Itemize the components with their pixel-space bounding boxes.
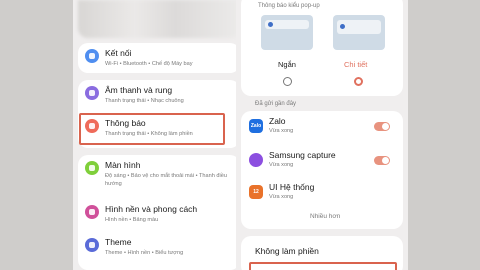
item-title: Hình nền và phong cách <box>105 204 198 214</box>
app-name: Samsung capture <box>269 150 336 160</box>
recent-app-system-ui[interactable]: 12 UI Hệ thống Vừa xong <box>241 177 403 207</box>
blurred-profile-card <box>78 0 240 38</box>
option-brief-label: Ngắn <box>278 60 296 69</box>
detailed-style-preview[interactable] <box>333 15 385 50</box>
popup-style-card: Thông báo kiểu pop-up Ngắn Chi tiết <box>241 0 403 96</box>
item-title: Kết nối <box>105 48 132 58</box>
settings-group-connections: Kết nối Wi-Fi • Bluetooth • Chế độ Máy b… <box>78 43 240 73</box>
option-detailed-radio[interactable] <box>354 77 363 86</box>
item-subtitle: Thanh trạng thái • Nhạc chuông <box>105 98 184 104</box>
recent-app-samsung-capture[interactable]: Samsung capture Vừa xong <box>241 145 403 175</box>
app-time: Vừa xong <box>269 128 294 134</box>
settings-group-display: Màn hình Độ sáng • Bảo vệ cho mắt thoải … <box>78 155 240 270</box>
option-brief-radio[interactable] <box>283 77 292 86</box>
item-title: Màn hình <box>105 160 141 170</box>
zalo-toggle[interactable] <box>374 122 390 131</box>
more-link[interactable]: Nhiều hơn <box>310 213 340 220</box>
brief-style-preview[interactable] <box>261 15 313 50</box>
samsung-capture-toggle[interactable] <box>374 156 390 165</box>
option-detailed-label: Chi tiết <box>344 60 368 69</box>
app-name: UI Hệ thống <box>269 182 315 192</box>
highlight-box <box>79 113 225 145</box>
app-time: Vừa xong <box>269 194 294 200</box>
item-subtitle: Độ sáng • Bảo vệ cho mắt thoải mái • Tha… <box>105 173 227 187</box>
wallpaper-icon <box>85 205 99 219</box>
app-time: Vừa xong <box>269 162 294 168</box>
settings-item-theme[interactable]: Theme Theme • Hình nền • Biểu tượng <box>78 232 240 270</box>
wifi-icon <box>85 49 99 63</box>
notification-settings-screen: Thông báo kiểu pop-up Ngắn Chi tiết Đã g… <box>236 0 408 270</box>
display-icon <box>85 161 99 175</box>
item-title: Theme <box>105 237 132 247</box>
item-subtitle: Hình nền • Bảng màu <box>105 217 159 223</box>
recent-app-zalo[interactable]: Zalo Zalo Vừa xong <box>241 111 403 141</box>
highlight-box <box>249 262 397 270</box>
app-name: Zalo <box>269 116 286 126</box>
dnd-label[interactable]: Không làm phiền <box>255 246 319 256</box>
theme-icon <box>85 238 99 252</box>
settings-screen: Kết nối Wi-Fi • Bluetooth • Chế độ Máy b… <box>73 0 245 270</box>
recent-section-label: Đã gửi gần đây <box>255 101 297 107</box>
recent-apps-card: Zalo Zalo Vừa xong Samsung capture Vừa x… <box>241 111 403 229</box>
volume-icon <box>85 86 99 100</box>
samsung-capture-icon <box>249 153 263 167</box>
zalo-icon: Zalo <box>249 119 263 133</box>
system-ui-icon: 12 <box>249 185 263 199</box>
item-subtitle: Theme • Hình nền • Biểu tượng <box>105 250 184 256</box>
popup-section-label: Thông báo kiểu pop-up <box>258 3 320 9</box>
item-subtitle: Wi-Fi • Bluetooth • Chế độ Máy bay <box>105 61 193 67</box>
item-title: Âm thanh và rung <box>105 85 173 95</box>
settings-item-display[interactable]: Màn hình Độ sáng • Bảo vệ cho mắt thoải … <box>78 155 240 197</box>
settings-item-connections[interactable]: Kết nối Wi-Fi • Bluetooth • Chế độ Máy b… <box>78 43 240 73</box>
